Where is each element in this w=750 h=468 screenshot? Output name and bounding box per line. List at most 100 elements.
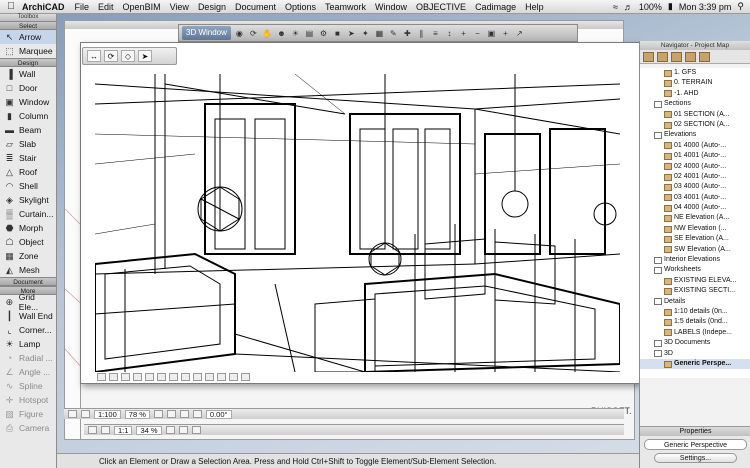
3d-zoom-in-icon[interactable] (97, 373, 106, 381)
navigator-view-item[interactable]: EXISTING ELEVA... (640, 276, 750, 286)
navigator-view-item[interactable]: 01 4000 (Auto-... (640, 141, 750, 151)
toolbox-section-design[interactable]: Design (0, 58, 56, 67)
tool-door[interactable]: □ Door (0, 81, 56, 95)
tool-wall[interactable]: ▐ Wall (0, 67, 56, 81)
navigator-view-item[interactable]: LABELS (Indepe... (640, 328, 750, 338)
spotlight-search-icon[interactable]: ⚲ (737, 1, 744, 12)
navigator-view-item[interactable]: 03 4001 (Auto-... (640, 193, 750, 203)
explore-icon[interactable]: ☻ (276, 28, 287, 39)
navigator-folder[interactable]: 3D Documents (640, 338, 750, 348)
zoom-out-icon[interactable] (166, 410, 176, 418)
navigator-view-item[interactable]: 1. GFS (640, 68, 750, 78)
tool-beam[interactable]: ▬ Beam (0, 123, 56, 137)
tool-column[interactable]: ▮ Column (0, 109, 56, 123)
guide-icon[interactable]: ∥ (416, 28, 427, 39)
fit-in-window-icon[interactable] (179, 410, 189, 418)
tool-wall-end[interactable]: ┃ Wall End (0, 309, 56, 323)
3d-explore-icon[interactable] (145, 373, 154, 381)
menu-edit[interactable]: Edit (98, 2, 114, 12)
tool-shell[interactable]: ◠ Shell (0, 179, 56, 193)
tool-camera[interactable]: ⎙ Camera (0, 421, 56, 435)
camera-icon[interactable]: ◉ (234, 28, 245, 39)
plan-scale-field[interactable]: 1:100 (94, 409, 121, 419)
navigator-folder[interactable]: Interior Elevations (640, 255, 750, 265)
menu-document[interactable]: Document (235, 2, 276, 12)
menu-help[interactable]: Help (525, 2, 544, 12)
navigator-view-item[interactable]: 04 4000 (Auto-... (640, 203, 750, 213)
tool-stair[interactable]: ≣ Stair (0, 151, 56, 165)
tool-slab[interactable]: ▱ Slab (0, 137, 56, 151)
menu-objective[interactable]: OBJECTIVE (416, 2, 466, 12)
menu-file[interactable]: File (75, 2, 90, 12)
navigator-view-item[interactable]: -1. AHD (640, 89, 750, 99)
navigator-view-item[interactable]: 03 4000 (Auto-... (640, 182, 750, 192)
tool-lamp[interactable]: ☀ Lamp (0, 337, 56, 351)
navigator-view-item[interactable]: SW Elevation (A... (640, 245, 750, 255)
3d-view-icon[interactable] (229, 373, 238, 381)
tool-window[interactable]: ▣ Window (0, 95, 56, 109)
layout-zoom-in-icon[interactable] (165, 426, 175, 434)
navigator-view-item[interactable]: 01 4001 (Auto-... (640, 151, 750, 161)
3d-navigation-icon[interactable]: ↔ (87, 50, 101, 62)
navigator-view-item[interactable]: 1:5 details (0nd... (640, 317, 750, 327)
navigator-folder[interactable]: Sections (640, 99, 750, 109)
lock-icon[interactable]: ■ (332, 28, 343, 39)
3d-fit-icon[interactable] (121, 373, 130, 381)
zoom-in-icon[interactable] (153, 410, 163, 418)
3d-zoom-out-icon[interactable] (109, 373, 118, 381)
publisher-sets-icon[interactable] (685, 51, 696, 62)
plus-icon[interactable]: + (500, 28, 511, 39)
redo-zoom-icon[interactable] (81, 410, 90, 418)
menu-options[interactable]: Options (285, 2, 316, 12)
project-map-icon[interactable] (643, 51, 654, 62)
fit-icon[interactable]: ▣ (486, 28, 497, 39)
3d-layer-icon[interactable] (205, 373, 214, 381)
zoom-in-icon[interactable]: + (458, 28, 469, 39)
tool-figure[interactable]: ▨ Figure (0, 407, 56, 421)
3d-orbit-status-icon[interactable] (133, 373, 142, 381)
tool-radial[interactable]: ◔ Radial ... (0, 351, 56, 365)
tool-curtain[interactable]: ▒ Curtain... (0, 207, 56, 221)
tool-skylight[interactable]: ◈ Skylight (0, 193, 56, 207)
tab-3d-window[interactable]: 3D Window (182, 26, 231, 40)
3d-hand-icon[interactable] (169, 373, 178, 381)
snap-icon[interactable]: ✚ (402, 28, 413, 39)
measure-icon[interactable]: ↕ (444, 28, 455, 39)
settings-icon[interactable]: ⚙ (318, 28, 329, 39)
tool-arrow[interactable]: ↖ Arrow (0, 30, 56, 44)
layout-zoom-field[interactable]: 34 % (136, 425, 162, 435)
navigator-title[interactable]: Navigator - Project Map (640, 41, 750, 50)
layout-undo-zoom-icon[interactable] (88, 426, 97, 434)
navigator-view-item[interactable]: 02 4001 (Auto-... (640, 172, 750, 182)
navigator-view-item[interactable]: 1:10 details (0n... (640, 307, 750, 317)
navigator-folder[interactable]: Worksheets (640, 265, 750, 275)
plan-angle-field[interactable]: 0.00° (205, 409, 232, 419)
plan-zoom-field[interactable]: 78 % (124, 409, 150, 419)
tool-roof[interactable]: △ Roof (0, 165, 56, 179)
menu-design[interactable]: Design (198, 2, 226, 12)
menu-teamwork[interactable]: Teamwork (325, 2, 366, 12)
menu-window[interactable]: Window (375, 2, 407, 12)
tool-zone[interactable]: ▦ Zone (0, 249, 56, 263)
navigator-view-item[interactable]: NW Elevation (... (640, 224, 750, 234)
3d-cursor-icon[interactable]: ➤ (138, 50, 152, 62)
apple-menu-icon[interactable]:  (0, 1, 22, 12)
3d-perspective-icon[interactable] (181, 373, 190, 381)
tool-morph[interactable]: ⬣ Morph (0, 221, 56, 235)
render-icon[interactable]: ☀ (290, 28, 301, 39)
navigator-view-item[interactable]: 02 4000 (Auto-... (640, 162, 750, 172)
layout-fit-icon[interactable] (191, 426, 201, 434)
3d-more-icon[interactable] (241, 373, 250, 381)
hand-icon[interactable]: ✋ (262, 28, 273, 39)
navigator-view-item[interactable]: 0. TERRAIN (640, 78, 750, 88)
tool-angle[interactable]: ∠ Angle ... (0, 365, 56, 379)
navigator-view-item[interactable]: Generic Perspe... (640, 358, 750, 370)
view-map-icon[interactable] (657, 51, 668, 62)
battery-percent[interactable]: 100% (639, 2, 662, 12)
menu-view[interactable]: View (170, 2, 189, 12)
navigator-view-item[interactable]: 01 SECTION (A... (640, 110, 750, 120)
layout-redo-zoom-icon[interactable] (101, 426, 110, 434)
navigator-view-item[interactable]: EXISTING SECTI... (640, 286, 750, 296)
3d-orbit-icon[interactable]: ⟳ (104, 50, 118, 62)
navigator-folder[interactable]: Elevations (640, 130, 750, 140)
